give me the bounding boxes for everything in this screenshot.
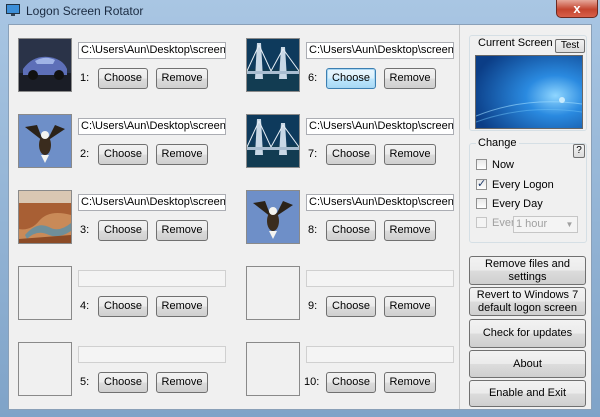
monitor-icon <box>6 4 20 16</box>
slot-10-number: 10: <box>304 376 320 388</box>
slot-6-path-field[interactable]: C:\Users\Aun\Desktop\screens\b <box>306 42 454 59</box>
slot-4: 4: Choose Remove <box>18 266 233 336</box>
slot-1-choose-button[interactable]: Choose <box>98 68 148 89</box>
slot-4-remove-button[interactable]: Remove <box>156 296 208 317</box>
slot-1-path-field[interactable]: C:\Users\Aun\Desktop\screens\c <box>78 42 226 59</box>
slot-5-choose-button[interactable]: Choose <box>98 372 148 393</box>
slot-5-thumbnail <box>18 342 72 396</box>
slot-3-remove-button[interactable]: Remove <box>156 220 208 241</box>
every-day-checkbox[interactable] <box>476 198 487 209</box>
slot-3-path-field[interactable]: C:\Users\Aun\Desktop\screens\r <box>78 194 226 211</box>
windows7-wallpaper-icon <box>476 56 582 128</box>
every-interval-checkbox[interactable] <box>476 217 487 228</box>
slot-4-thumbnail <box>18 266 72 320</box>
slot-8-choose-button[interactable]: Choose <box>326 220 376 241</box>
option-every-interval[interactable]: Every 1 hour ▼ <box>476 216 582 233</box>
slot-6-choose-button[interactable]: Choose <box>326 68 376 89</box>
about-button[interactable]: About <box>469 350 586 378</box>
slot-7-path-field[interactable]: C:\Users\Aun\Desktop\screens\b <box>306 118 454 135</box>
help-button[interactable]: ? <box>573 144 585 158</box>
slot-9-remove-button[interactable]: Remove <box>384 296 436 317</box>
slot-2-choose-button[interactable]: Choose <box>98 144 148 165</box>
slot-5-number: 5: <box>80 376 90 388</box>
slot-10-path-field[interactable] <box>306 346 454 363</box>
slot-9-path-field[interactable] <box>306 270 454 287</box>
settings-panel: Current Screen Test Change ? Now ✓ Every… <box>461 25 591 409</box>
check-updates-button[interactable]: Check for updates <box>469 319 586 348</box>
slot-1: C:\Users\Aun\Desktop\screens\c 1: Choose… <box>18 38 233 108</box>
slot-3: C:\Users\Aun\Desktop\screens\r 3: Choose… <box>18 190 233 260</box>
slot-9-choose-button[interactable]: Choose <box>326 296 376 317</box>
slot-9-thumbnail <box>246 266 300 320</box>
slot-9-number: 9: <box>308 300 318 312</box>
slot-3-number: 3: <box>80 224 90 236</box>
now-label: Now <box>492 159 515 171</box>
slot-3-thumbnail <box>18 190 72 244</box>
slot-8-number: 8: <box>308 224 318 236</box>
slot-2-path-field[interactable]: C:\Users\Aun\Desktop\screens\e <box>78 118 226 135</box>
slot-10-remove-button[interactable]: Remove <box>384 372 436 393</box>
eagle-wallpaper-icon <box>19 115 71 167</box>
slot-4-number: 4: <box>80 300 90 312</box>
slot-6: C:\Users\Aun\Desktop\screens\b 6: Choose… <box>246 38 461 108</box>
slot-6-thumbnail <box>246 38 300 92</box>
every-logon-checkbox[interactable] <box>476 177 487 191</box>
slot-10: 10: Choose Remove <box>246 342 461 412</box>
test-button[interactable]: Test <box>555 39 585 53</box>
slot-6-number: 6: <box>308 72 318 84</box>
slot-8-path-field[interactable]: C:\Users\Aun\Desktop\screens\e <box>306 194 454 211</box>
slot-2-remove-button[interactable]: Remove <box>156 144 208 165</box>
canyon-wallpaper-icon <box>19 191 71 243</box>
slot-2-number: 2: <box>80 148 90 160</box>
slot-10-thumbnail <box>246 342 300 396</box>
slot-5-remove-button[interactable]: Remove <box>156 372 208 393</box>
slot-8: C:\Users\Aun\Desktop\screens\e 8: Choose… <box>246 190 461 260</box>
revert-default-button[interactable]: Revert to Windows 7 default logon screen <box>469 287 586 316</box>
interval-value: 1 hour <box>516 218 548 230</box>
slot-7-remove-button[interactable]: Remove <box>384 144 436 165</box>
slot-2-thumbnail <box>18 114 72 168</box>
slot-4-choose-button[interactable]: Choose <box>98 296 148 317</box>
title-bar: Logon Screen Rotator x <box>0 0 600 22</box>
current-screen-group: Current Screen Test <box>469 35 587 131</box>
slot-8-thumbnail <box>246 190 300 244</box>
eagle-wallpaper-icon <box>247 191 299 243</box>
slot-5-path-field[interactable] <box>78 346 226 363</box>
slot-1-thumbnail <box>18 38 72 92</box>
now-checkbox[interactable] <box>476 159 487 170</box>
image-slots-panel: C:\Users\Aun\Desktop\screens\c 1: Choose… <box>9 25 460 409</box>
slot-3-choose-button[interactable]: Choose <box>98 220 148 241</box>
slot-7-number: 7: <box>308 148 318 160</box>
slot-10-choose-button[interactable]: Choose <box>326 372 376 393</box>
bridge-wallpaper-icon <box>247 39 299 91</box>
enable-exit-button[interactable]: Enable and Exit <box>469 380 586 407</box>
current-screen-preview <box>475 55 583 129</box>
chevron-down-icon: ▼ <box>565 220 574 229</box>
slot-1-number: 1: <box>80 72 90 84</box>
slot-6-remove-button[interactable]: Remove <box>384 68 436 89</box>
slot-2: C:\Users\Aun\Desktop\screens\e 2: Choose… <box>18 114 233 184</box>
bridge-wallpaper-icon <box>247 115 299 167</box>
change-label: Change <box>476 137 519 149</box>
current-screen-label: Current Screen <box>476 37 555 49</box>
slot-8-remove-button[interactable]: Remove <box>384 220 436 241</box>
slot-5: 5: Choose Remove <box>18 342 233 412</box>
slot-1-remove-button[interactable]: Remove <box>156 68 208 89</box>
app-window: Logon Screen Rotator x C:\Users\Aun\Desk… <box>0 0 600 417</box>
slot-7: C:\Users\Aun\Desktop\screens\b 7: Choose… <box>246 114 461 184</box>
slot-7-thumbnail <box>246 114 300 168</box>
window-title: Logon Screen Rotator <box>26 4 144 18</box>
every-logon-label: Every Logon <box>492 179 554 191</box>
slot-4-path-field[interactable] <box>78 270 226 287</box>
interval-dropdown[interactable]: 1 hour ▼ <box>513 216 578 233</box>
car-wallpaper-icon <box>19 39 71 91</box>
every-day-label: Every Day <box>492 198 543 210</box>
slot-7-choose-button[interactable]: Choose <box>326 144 376 165</box>
close-button[interactable]: x <box>556 0 598 18</box>
remove-files-button[interactable]: Remove files and settings <box>469 256 586 285</box>
client-area: C:\Users\Aun\Desktop\screens\c 1: Choose… <box>8 24 592 410</box>
change-group: Change ? Now Every Logon Every Day Every <box>469 137 587 243</box>
slot-9: 9: Choose Remove <box>246 266 461 336</box>
